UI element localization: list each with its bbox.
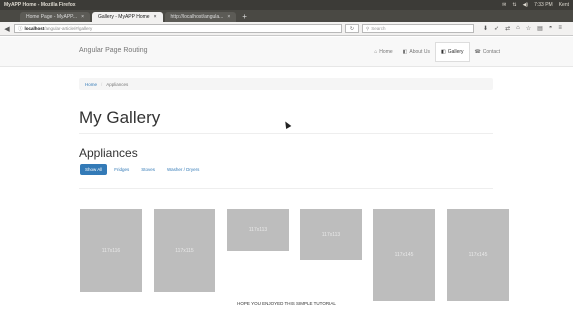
user-name[interactable]: Kent <box>559 2 569 8</box>
back-icon[interactable]: ◀ <box>3 25 11 33</box>
app-brand[interactable]: Angular Page Routing <box>79 47 148 54</box>
gallery-thumbnail[interactable]: 117x145 <box>373 209 435 301</box>
about-icon: ◧ <box>402 49 408 55</box>
home-icon: ⌂ <box>374 49 378 55</box>
breadcrumb-home[interactable]: Home <box>85 82 97 87</box>
gallery-thumbnail[interactable]: 117x116 <box>80 209 142 292</box>
new-tab-button[interactable]: + <box>238 12 251 22</box>
tab-gallery[interactable]: Gallery - MyAPP Home × <box>92 12 163 22</box>
close-tab-icon[interactable]: × <box>154 14 157 20</box>
search-input[interactable]: ⚲ Search <box>362 24 474 33</box>
os-top-bar: MyAPP Home - Mozilla Firefox ✉ ⇅ ◀) 7:33… <box>0 0 573 10</box>
gallery-icon: ◧ <box>440 49 446 55</box>
gallery-thumbnail[interactable]: 117x115 <box>154 209 215 292</box>
sync-icon[interactable]: ⇄ <box>505 25 510 32</box>
close-tab-icon[interactable]: × <box>227 14 230 20</box>
url-path: /angular-article/#/gallery <box>44 26 93 31</box>
menu-item-home[interactable]: ⌂ Home <box>369 42 397 62</box>
menu-icon[interactable]: ≡ <box>558 25 562 32</box>
tab-strip: Home Page - MyAPP... × Gallery - MyAPP Ho… <box>0 10 573 22</box>
library-icon[interactable]: ▤ <box>537 25 543 32</box>
send-icon[interactable]: ➶ <box>494 25 499 32</box>
breadcrumb-separator: / <box>101 81 103 87</box>
divider <box>79 133 493 134</box>
toolbar-icons: ⬇ ➶ ⇄ ⌂ ☆ ▤ ◓ ≡ <box>483 25 562 32</box>
menu-item-about[interactable]: ◧ About Us <box>398 42 435 62</box>
filter-stoves-button[interactable]: Stoves <box>136 164 160 175</box>
globe-icon: ⓘ <box>18 25 23 31</box>
menu-item-gallery[interactable]: ◧ Gallery <box>434 42 470 62</box>
pocket-icon[interactable]: ◓ <box>549 25 553 32</box>
download-icon[interactable]: ⬇ <box>483 25 488 32</box>
page-title: My Gallery <box>79 108 161 127</box>
divider <box>79 188 493 189</box>
main-menu: ⌂ Home ◧ About Us ◧ Gallery ☎ Contact <box>369 42 505 62</box>
bookmark-star-icon[interactable]: ☆ <box>526 25 531 32</box>
tab-home[interactable]: Home Page - MyAPP... × <box>20 12 90 22</box>
filter-buttons: Show All Fridges Stoves Washer / Dryers <box>80 164 204 175</box>
breadcrumb-current: Appliances <box>106 81 129 87</box>
gallery-thumbnail[interactable]: 117x113 <box>300 209 362 260</box>
network-icon[interactable]: ⇅ <box>512 2 516 8</box>
contact-icon: ☎ <box>474 49 481 55</box>
url-host: localhost <box>24 26 45 31</box>
search-icon: ⚲ <box>366 25 370 31</box>
filter-fridges-button[interactable]: Fridges <box>109 164 134 175</box>
breadcrumb: Home / Appliances <box>79 78 493 90</box>
tab-localhost[interactable]: http://localhost/angula... × <box>164 12 237 22</box>
volume-icon[interactable]: ◀) <box>523 2 529 8</box>
system-tray: ✉ ⇅ ◀) 7:33 PM Kent <box>502 2 569 8</box>
gallery-thumbnail[interactable]: 117x113 <box>227 209 289 251</box>
clock[interactable]: 7:33 PM <box>534 2 553 8</box>
mail-icon[interactable]: ✉ <box>502 2 506 8</box>
close-tab-icon[interactable]: × <box>81 14 84 20</box>
browser-toolbar: ◀ ⓘ localhost/angular-article/#/gallery … <box>0 22 573 36</box>
menu-item-contact[interactable]: ☎ Contact <box>470 42 505 62</box>
reload-icon[interactable]: ↻ <box>345 24 359 33</box>
home-button-icon[interactable]: ⌂ <box>516 25 520 32</box>
footer-message: HOPE YOU ENJOYED THIS SIMPLE TUTORIAL <box>237 301 336 306</box>
filter-washer-dryers-button[interactable]: Washer / Dryers <box>162 164 204 175</box>
url-bar[interactable]: ⓘ localhost/angular-article/#/gallery <box>14 24 342 33</box>
app-navbar: Angular Page Routing ⌂ Home ◧ About Us ◧… <box>0 37 573 67</box>
gallery-thumbnail[interactable]: 117x145 <box>447 209 509 301</box>
mouse-cursor-icon <box>282 119 292 130</box>
window-title: MyAPP Home - Mozilla Firefox <box>4 2 76 8</box>
filter-show-all-button[interactable]: Show All <box>80 164 108 175</box>
section-title: Appliances <box>79 146 138 160</box>
